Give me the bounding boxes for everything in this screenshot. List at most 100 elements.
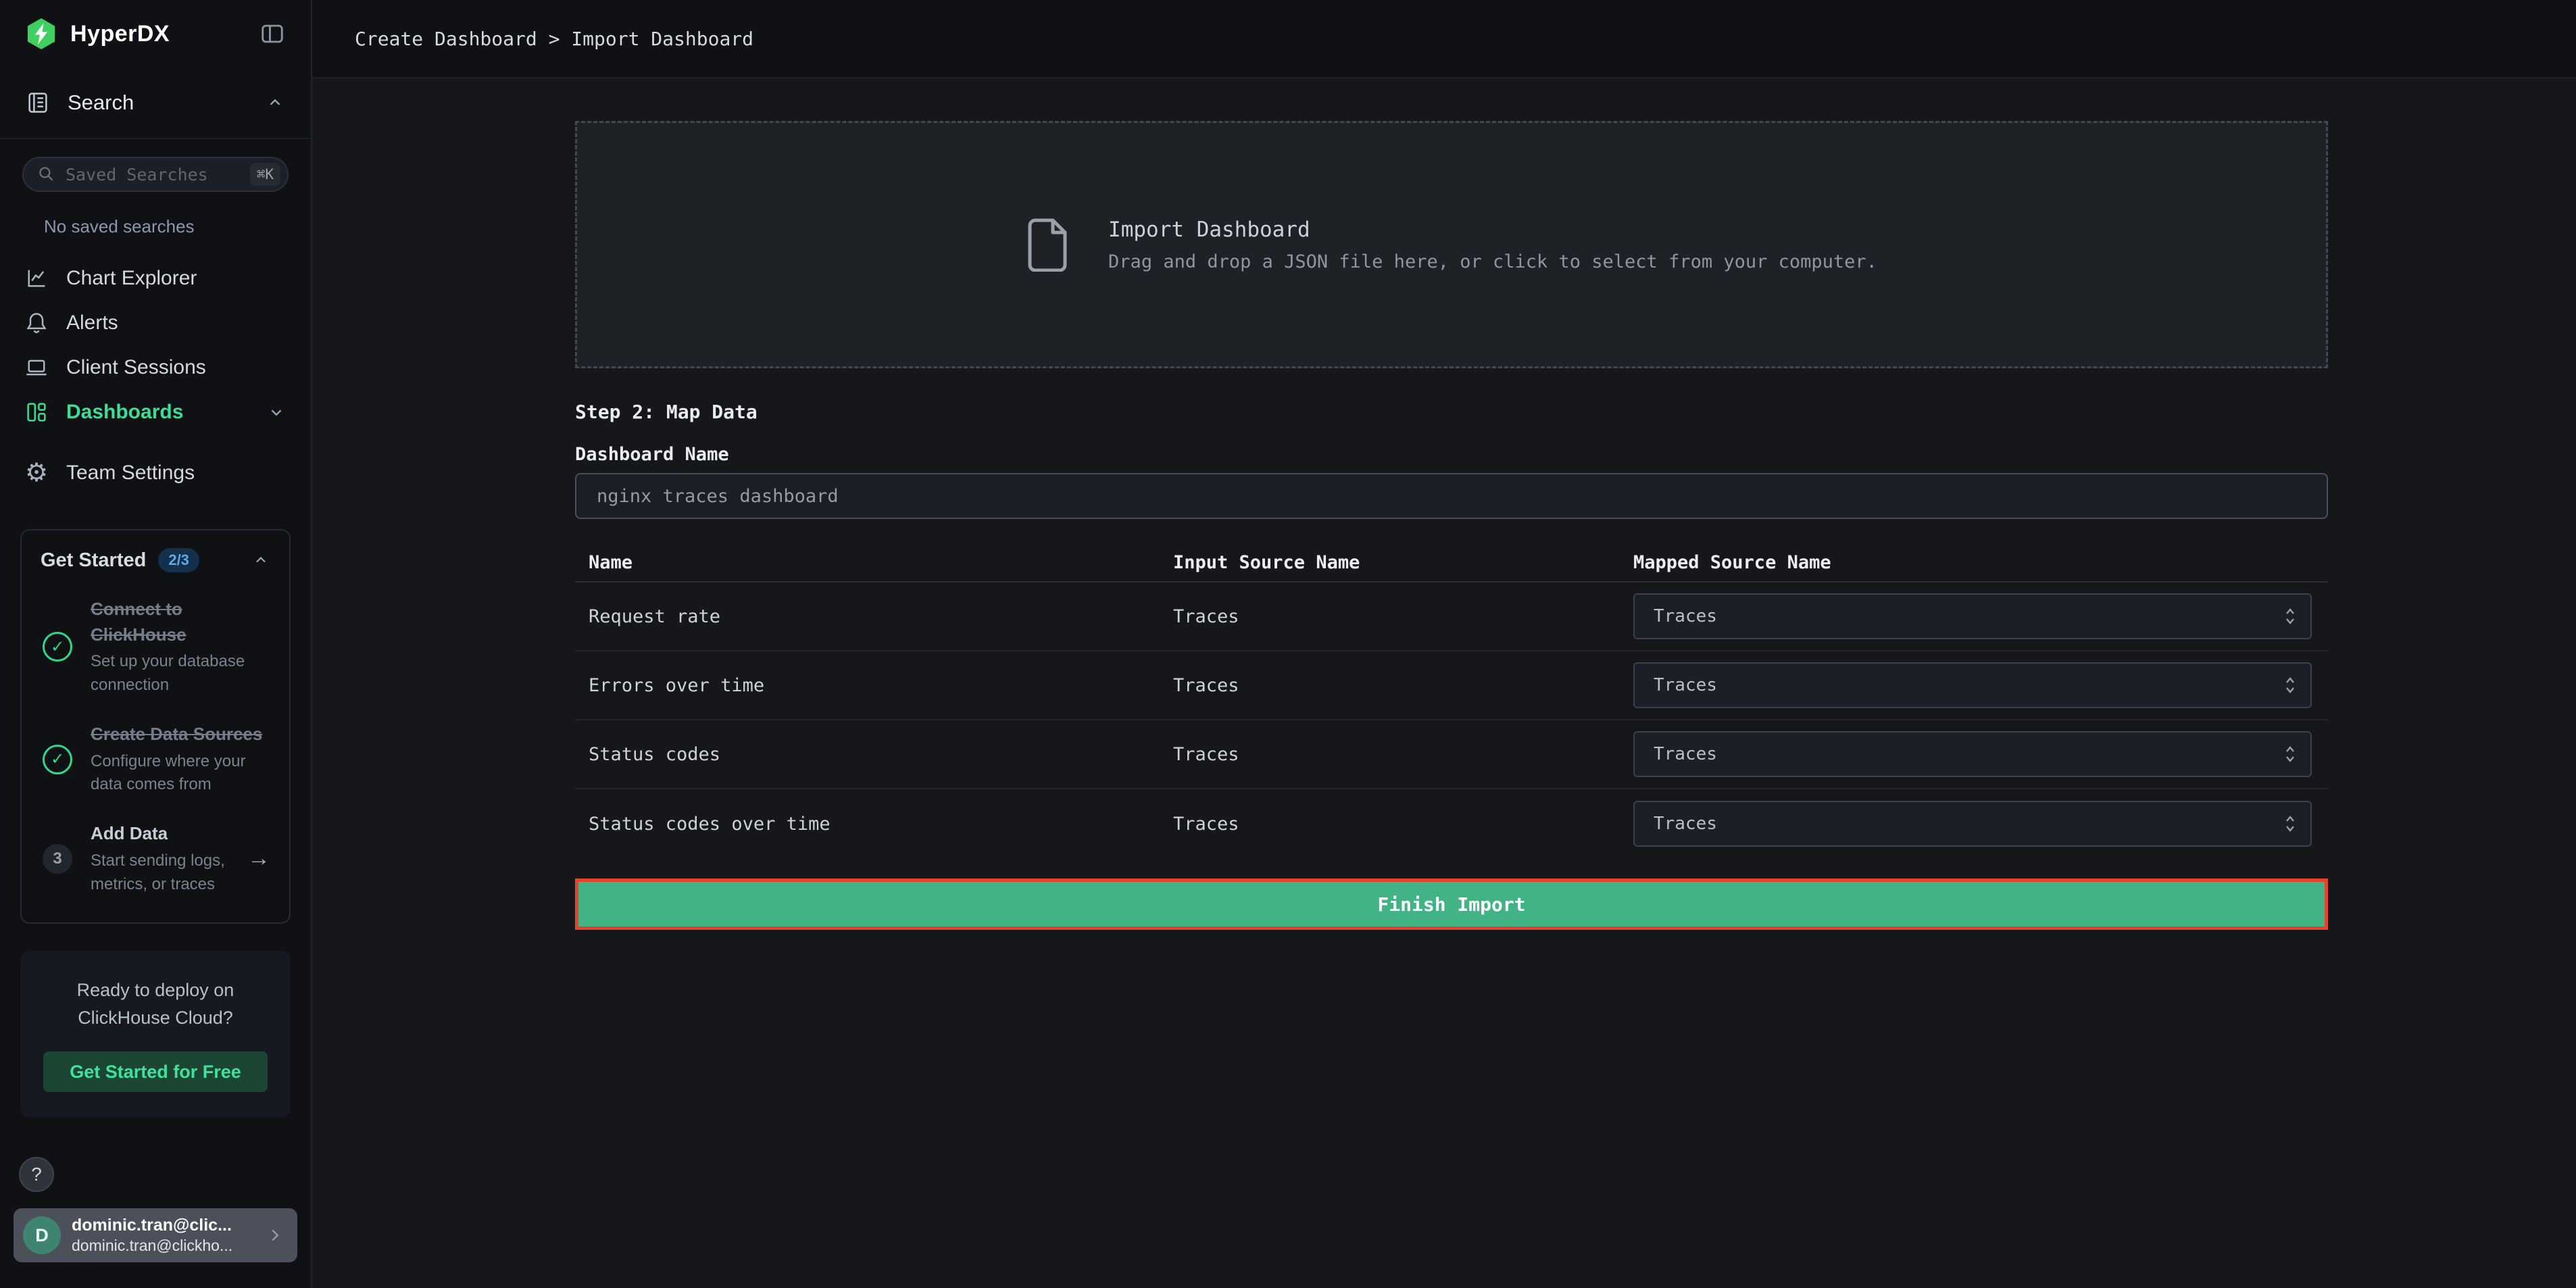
get-started-step-connect[interactable]: ✓ Connect to ClickHouse Set up your data… — [41, 597, 270, 697]
select-updown-icon — [2282, 605, 2298, 627]
chevron-up-icon[interactable] — [265, 93, 285, 113]
sidebar-item-client-sessions[interactable]: Client Sessions — [0, 345, 311, 390]
selected-value: Traces — [1654, 814, 2282, 834]
step-icon-wrap: ✓ — [41, 745, 74, 774]
help-button[interactable]: ? — [19, 1157, 54, 1192]
table-row: Request rate Traces Traces — [575, 583, 2328, 651]
column-header-name: Name — [575, 552, 1173, 573]
sidebar-item-label: Client Sessions — [66, 356, 287, 379]
row-input-source: Traces — [1173, 675, 1633, 696]
arrow-right-icon[interactable]: → — [245, 845, 270, 872]
hyperdx-logo-icon — [26, 17, 57, 51]
alerts-bell-icon — [24, 311, 49, 335]
app-root: HyperDX Search Saved Searches ⌘K — [0, 0, 2576, 1288]
dashboards-icon — [24, 400, 49, 424]
chevron-up-icon[interactable] — [251, 551, 270, 570]
file-icon — [1026, 218, 1070, 272]
select-updown-icon — [2282, 674, 2298, 696]
clickhouse-cloud-card: Ready to deploy on ClickHouse Cloud? Get… — [20, 951, 291, 1118]
user-menu[interactable]: D dominic.tran@clic... dominic.tran@clic… — [14, 1208, 297, 1262]
table-row: Status codes over time Traces Traces — [575, 789, 2328, 858]
user-email: dominic.tran@clickho... — [72, 1237, 254, 1255]
chart-explorer-icon — [24, 266, 49, 291]
sidebar-bottom: ? D dominic.tran@clic... dominic.tran@cl… — [0, 1157, 311, 1288]
cloud-text-line2: ClickHouse Cloud? — [43, 1004, 268, 1033]
step-icon-wrap: 3 — [41, 844, 74, 874]
mapped-source-select[interactable]: Traces — [1633, 593, 2312, 639]
import-panel: Import Dashboard Drag and drop a JSON fi… — [575, 121, 2328, 930]
mapped-source-select[interactable]: Traces — [1633, 801, 2312, 847]
collapse-sidebar-icon[interactable] — [259, 21, 285, 47]
get-started-header[interactable]: Get Started 2/3 — [41, 548, 270, 572]
sidebar-item-label: Chart Explorer — [66, 267, 287, 290]
json-dropzone[interactable]: Import Dashboard Drag and drop a JSON fi… — [575, 121, 2328, 368]
table-row: Errors over time Traces Traces — [575, 651, 2328, 720]
dropzone-texts: Import Dashboard Drag and drop a JSON fi… — [1108, 218, 1877, 272]
mapped-source-select[interactable]: Traces — [1633, 662, 2312, 708]
selected-value: Traces — [1654, 675, 2282, 695]
logo-row: HyperDX — [0, 0, 311, 68]
row-input-source: Traces — [1173, 744, 1633, 765]
app-title: HyperDX — [70, 21, 170, 47]
progress-badge: 2/3 — [158, 548, 199, 572]
select-updown-icon — [2282, 813, 2298, 835]
table-header-row: Name Input Source Name Mapped Source Nam… — [575, 543, 2328, 583]
dropzone-title: Import Dashboard — [1108, 218, 1877, 242]
get-started-step-sources[interactable]: ✓ Create Data Sources Configure where yo… — [41, 722, 270, 797]
check-circle-icon: ✓ — [43, 745, 72, 774]
row-name: Errors over time — [575, 675, 1173, 696]
row-mapped-cell: Traces — [1633, 593, 2328, 639]
step-desc: Configure where your data comes from — [91, 750, 270, 797]
step-texts: Create Data Sources Configure where your… — [91, 722, 270, 797]
row-name: Status codes over time — [575, 814, 1173, 835]
step-title: Connect to ClickHouse — [91, 597, 270, 647]
chevron-down-icon — [266, 402, 287, 422]
sidebar-item-team-settings[interactable]: ⚙ Team Settings — [0, 451, 311, 495]
sidebar-nav: Chart Explorer Alerts Client Sessions — [0, 237, 311, 495]
step-desc: Set up your database connection — [91, 650, 270, 697]
no-saved-searches-text: No saved searches — [44, 216, 311, 237]
cloud-text-line1: Ready to deploy on — [43, 976, 268, 1005]
sidebar-item-alerts[interactable]: Alerts — [0, 301, 311, 345]
step-title: Create Data Sources — [91, 722, 270, 747]
content: Import Dashboard Drag and drop a JSON fi… — [312, 78, 2576, 1288]
search-section-label: Search — [68, 91, 247, 115]
search-section-icon — [26, 91, 50, 115]
row-input-source: Traces — [1173, 606, 1633, 627]
sidebar-item-chart-explorer[interactable]: Chart Explorer — [0, 256, 311, 301]
chevron-right-icon — [265, 1225, 285, 1245]
sidebar-item-label: Alerts — [66, 312, 287, 335]
sidebar-item-label: Team Settings — [66, 462, 287, 485]
row-name: Status codes — [575, 744, 1173, 765]
check-circle-icon: ✓ — [43, 632, 72, 662]
mapped-source-select[interactable]: Traces — [1633, 731, 2312, 777]
row-mapped-cell: Traces — [1633, 801, 2328, 847]
saved-searches-placeholder: Saved Searches — [66, 165, 241, 184]
sidebar-section-search[interactable]: Search — [0, 68, 311, 139]
step-icon-wrap: ✓ — [41, 632, 74, 662]
row-mapped-cell: Traces — [1633, 662, 2328, 708]
topbar: Create Dashboard > Import Dashboard — [312, 0, 2576, 78]
step-texts: Connect to ClickHouse Set up your databa… — [91, 597, 270, 697]
step-texts: Add Data Start sending logs, metrics, or… — [91, 821, 228, 896]
sidebar-item-label: Dashboards — [66, 401, 249, 424]
dropzone-subtitle: Drag and drop a JSON file here, or click… — [1108, 251, 1877, 272]
sidebar: HyperDX Search Saved Searches ⌘K — [0, 0, 312, 1288]
finish-import-button[interactable]: Finish Import — [575, 878, 2328, 930]
get-started-free-button[interactable]: Get Started for Free — [43, 1051, 268, 1092]
get-started-card: Get Started 2/3 ✓ Connect to ClickHouse … — [20, 529, 291, 924]
dashboard-name-value: nginx traces dashboard — [597, 486, 839, 507]
table-row: Status codes Traces Traces — [575, 720, 2328, 789]
get-started-step-add-data[interactable]: 3 Add Data Start sending logs, metrics, … — [41, 821, 270, 896]
step-2-title: Step 2: Map Data — [575, 399, 2328, 424]
search-icon — [37, 165, 56, 184]
saved-search-wrap: Saved Searches ⌘K — [0, 139, 311, 192]
dashboard-name-input[interactable]: nginx traces dashboard — [575, 473, 2328, 519]
saved-searches-input[interactable]: Saved Searches ⌘K — [22, 157, 289, 192]
row-name: Request rate — [575, 606, 1173, 627]
user-names: dominic.tran@clic... dominic.tran@clickh… — [72, 1216, 254, 1255]
selected-value: Traces — [1654, 744, 2282, 764]
row-mapped-cell: Traces — [1633, 731, 2328, 777]
sidebar-item-dashboards[interactable]: Dashboards — [0, 390, 311, 435]
gear-icon: ⚙ — [24, 461, 49, 485]
